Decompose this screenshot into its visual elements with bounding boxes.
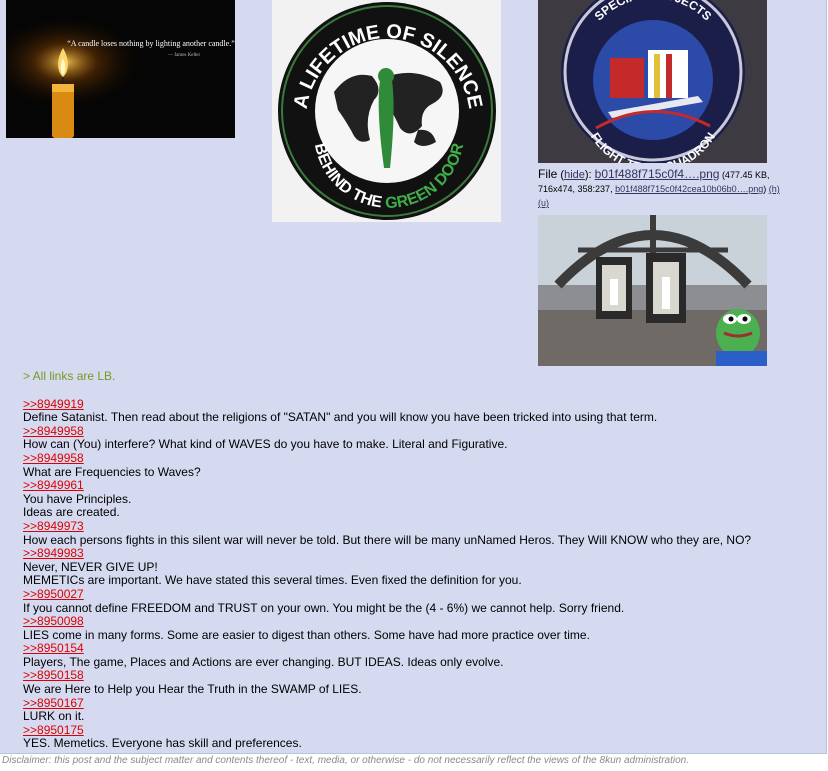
file-full-name-link[interactable]: b01f488f715c0f42cea10b06b0….png [615,184,763,194]
post-text-line: Never, NEVER GIVE UP! [23,559,158,574]
candle-quote-author: — James Keller [167,53,201,58]
reply-link[interactable]: >>8949958 [23,451,84,466]
reply-link-line: >>8950167 [23,696,813,711]
reply-link[interactable]: >>8950027 [23,587,84,602]
file-info: File (hide): b01f488f715c0f4….png (477.4… [538,167,793,210]
greentext-line: > All links are LB. [23,369,116,383]
reply-link[interactable]: >>8949973 [23,519,84,534]
unhide-image-link[interactable]: (u) [538,198,549,208]
reply-link[interactable]: >>8950167 [23,696,84,711]
reply-link[interactable]: >>8949983 [23,547,84,561]
post-text-line: MEMETICs are important. We have stated t… [23,573,522,588]
reply-link-line: >>8949958 [23,424,813,439]
post-text-line: We are Here to Help you Hear the Truth i… [23,682,362,697]
reply-link-line: >>8950098 [23,614,813,629]
lanterns-pepe-image-thumbnail[interactable] [538,215,767,366]
file-name-link[interactable]: b01f488f715c0f4….png [595,167,720,181]
reply-link[interactable]: >>8949961 [23,479,84,493]
reply-link-line: >>8949961 [23,479,813,493]
special-projects-patch-thumbnail[interactable]: SPECIAL PROJECTS FLIGHT TEST SQUADRON [538,0,767,163]
disclaimer-text: Disclaimer: this post and the subject ma… [2,755,689,766]
post-text-line: How can (You) interfere? What kind of WA… [23,437,508,452]
lifetime-of-silence-patch-thumbnail[interactable]: A LIFETIME OF SILENCE BEHIND THE GREEN D… [272,0,501,222]
post-text-line: Define Satanist. Then read about the rel… [23,410,658,425]
reply-link[interactable]: >>8949958 [23,424,84,439]
lanterns-pepe-image [538,215,767,366]
post-container: “A candle loses nothing by lighting anot… [0,0,827,754]
post-text-line: Players, The game, Places and Actions ar… [23,654,504,669]
post-text-line: Ideas are created. [23,505,120,520]
reply-link[interactable]: >>8950158 [23,669,84,683]
post-text-line: YES. Memetics. Everyone has skill and pr… [23,736,302,751]
reply-link-line: >>8949973 [23,519,813,534]
reply-link-line: >>8950154 [23,642,813,656]
post-text-line: You have Principles. [23,491,132,506]
special-projects-patch-image: SPECIAL PROJECTS FLIGHT TEST SQUADRON [538,0,767,163]
post-text-line: If you cannot define FREEDOM and TRUST o… [23,600,625,615]
reply-link[interactable]: >>8949919 [23,397,84,412]
post-text-line: What are Frequencies to Waves? [23,464,201,479]
candle-quote-text: “A candle loses nothing by lighting anot… [67,39,235,48]
post-text-line: LIES come in many forms. Some are easier… [23,627,590,642]
reply-link[interactable]: >>8950175 [23,723,84,738]
post-text-line: How each persons fights in this silent w… [23,532,752,547]
post-body: > All links are LB. >>8949919 Define Satan… [23,369,813,751]
reply-link[interactable]: >>8950154 [23,642,84,656]
post-text-line: LURK on it. [23,709,85,724]
hide-file-link[interactable]: hide [564,169,585,181]
file-label: File [538,167,558,181]
reply-link-line: >>8949919 [23,397,813,412]
reply-link[interactable]: >>8950098 [23,614,84,629]
candle-image-thumbnail[interactable]: “A candle loses nothing by lighting anot… [6,0,235,138]
reply-link-line: >>8949958 [23,451,813,466]
reply-link-line: >>8950175 [23,723,813,738]
reply-link-line: >>8949983 [23,547,813,561]
reply-link-line: >>8950158 [23,669,813,683]
candle-image: “A candle loses nothing by lighting anot… [6,0,235,138]
reply-link-line: >>8950027 [23,587,813,602]
paren-close: ): [584,169,595,181]
hide-image-link[interactable]: (h) [769,184,780,194]
lifetime-of-silence-patch-image: A LIFETIME OF SILENCE BEHIND THE GREEN D… [272,0,501,222]
